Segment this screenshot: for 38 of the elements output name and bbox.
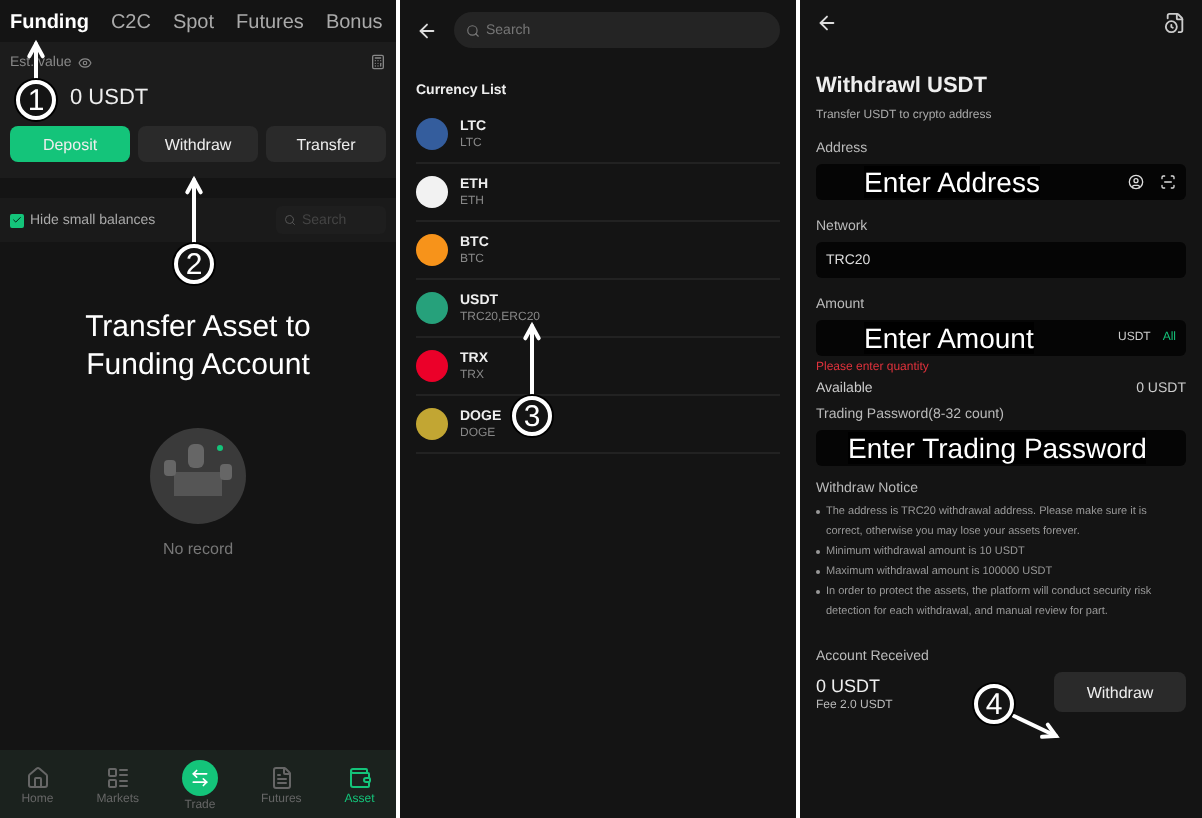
tab[interactable]: Funding: [10, 12, 89, 34]
tab[interactable]: Spot: [172, 12, 215, 34]
tab[interactable]: Bonus: [325, 12, 383, 34]
step-number: 2: [174, 244, 214, 284]
home-icon: [25, 766, 50, 790]
action-button[interactable]: Withdraw: [138, 126, 258, 162]
search-icon: [466, 23, 480, 37]
overlay-label: Enter Amount: [864, 322, 1034, 354]
balance-value: 0 USDT: [70, 86, 149, 110]
page-title: Withdrawl USDT: [816, 72, 989, 102]
record-icon[interactable]: [1164, 12, 1186, 34]
document-icon: [269, 766, 294, 790]
scan-icon[interactable]: [1160, 174, 1176, 190]
tab[interactable]: C2C: [110, 12, 151, 34]
calculator-icon[interactable]: [370, 54, 386, 70]
step-number: 1: [16, 80, 56, 120]
overlay-label: Enter Trading Password: [848, 432, 1147, 464]
overlay-label: Enter Address: [864, 166, 1040, 198]
action-button[interactable]: Transfer: [266, 126, 386, 162]
received-value: 0 USDT: [816, 676, 883, 696]
search-icon: [284, 214, 296, 226]
step-number: 4: [974, 684, 1014, 724]
tab[interactable]: Futures: [236, 12, 304, 34]
empty-box-drawing: [150, 428, 246, 524]
contact-icon[interactable]: [1128, 174, 1144, 190]
eye-icon[interactable]: [77, 55, 92, 69]
back-icon[interactable]: [816, 12, 838, 34]
step-number: 3: [512, 396, 552, 436]
caption: Transfer Asset to Funding Account: [83, 308, 313, 384]
swap-icon: [181, 760, 218, 796]
checkbox[interactable]: [10, 213, 24, 227]
wallet-icon: [347, 766, 372, 790]
address-field[interactable]: Enter Address: [816, 164, 1186, 200]
password-field[interactable]: Enter Trading Password: [816, 430, 1186, 466]
list-icon: [105, 766, 130, 790]
withdraw-button[interactable]: Withdraw: [1054, 672, 1186, 712]
empty-message: No record: [162, 540, 234, 558]
back-icon[interactable]: [416, 19, 438, 41]
